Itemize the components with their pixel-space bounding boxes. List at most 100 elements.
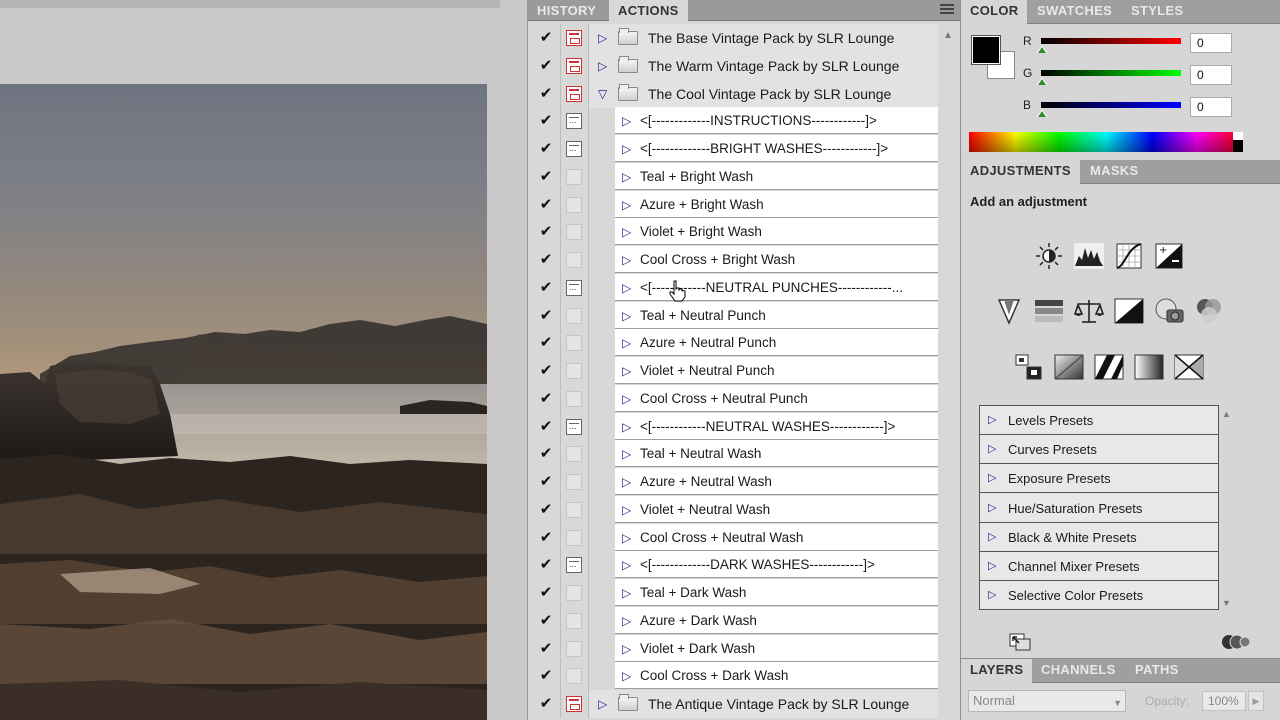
presets-scrollbar[interactable]: ▲ ▼: [1219, 405, 1235, 610]
blend-mode-dropdown[interactable]: Normal ▼: [968, 690, 1126, 712]
toggle-item-checkbox[interactable]: ✔: [538, 446, 554, 462]
collapsed-triangle-icon[interactable]: ▷: [988, 413, 996, 426]
toggle-dialog-icon[interactable]: [566, 612, 582, 629]
action-row[interactable]: ✔ ▷ <[-------------INSTRUCTIONS-----------…: [530, 107, 938, 136]
action-row[interactable]: ✔ ▷ Azure + Neutral Punch: [530, 329, 938, 358]
collapsed-triangle-icon[interactable]: ▷: [988, 530, 996, 543]
vibrance-icon[interactable]: [993, 297, 1025, 325]
foreground-color-swatch[interactable]: [971, 35, 1001, 65]
expanded-triangle-icon[interactable]: ▽: [598, 88, 607, 100]
spectrum-white-swatch[interactable]: [1233, 132, 1243, 140]
collapsed-triangle-icon[interactable]: ▷: [622, 365, 631, 377]
blue-value-field[interactable]: 0: [1190, 97, 1232, 117]
actions-scrollbar[interactable]: ▲: [938, 24, 960, 720]
toggle-item-checkbox[interactable]: ✔: [538, 113, 554, 129]
brightness-contrast-icon[interactable]: [1033, 242, 1065, 270]
toggle-item-checkbox[interactable]: ✔: [538, 557, 554, 573]
blue-slider-thumb[interactable]: [1037, 109, 1047, 117]
toggle-dialog-icon[interactable]: [566, 57, 582, 74]
toggle-dialog-icon[interactable]: [566, 529, 582, 546]
red-value-field[interactable]: 0: [1190, 33, 1232, 53]
hue-saturation-icon[interactable]: [1033, 297, 1065, 325]
preset-group-row[interactable]: ▷ Selective Color Presets: [980, 581, 1218, 611]
collapsed-triangle-icon[interactable]: ▷: [622, 226, 631, 238]
preset-group-row[interactable]: ▷ Curves Presets: [980, 435, 1218, 465]
action-row[interactable]: ✔ ▷ Teal + Dark Wash: [530, 579, 938, 607]
tab-history[interactable]: HISTORY: [528, 0, 605, 21]
collapsed-triangle-icon[interactable]: ▷: [988, 559, 996, 572]
toggle-dialog-icon[interactable]: [566, 668, 582, 685]
collapsed-triangle-icon[interactable]: ▷: [622, 448, 631, 460]
collapsed-triangle-icon[interactable]: ▷: [988, 588, 996, 601]
toggle-item-checkbox[interactable]: ✔: [538, 640, 554, 657]
curves-icon[interactable]: [1113, 242, 1145, 270]
toggle-dialog-icon[interactable]: [566, 446, 582, 463]
action-row[interactable]: ✔ ▷ Cool Cross + Neutral Punch: [530, 384, 938, 413]
exposure-icon[interactable]: +: [1153, 242, 1185, 270]
toggle-item-checkbox[interactable]: ✔: [538, 252, 554, 268]
tab-swatches[interactable]: SWATCHES: [1028, 0, 1121, 24]
action-row[interactable]: ✔ ▷ Cool Cross + Neutral Wash: [530, 523, 938, 552]
red-slider-thumb[interactable]: [1037, 45, 1047, 53]
action-row[interactable]: ✔ ▷ Azure + Dark Wash: [530, 606, 938, 635]
collapsed-triangle-icon[interactable]: ▷: [622, 476, 631, 488]
action-row[interactable]: ✔ ▷ Violet + Neutral Wash: [530, 495, 938, 524]
toggle-item-checkbox[interactable]: ✔: [538, 196, 554, 213]
toggle-item-checkbox[interactable]: ✔: [538, 335, 554, 351]
tab-layers[interactable]: LAYERS: [961, 659, 1033, 684]
toggle-item-checkbox[interactable]: ✔: [538, 141, 554, 157]
collapsed-triangle-icon[interactable]: ▷: [988, 501, 996, 514]
action-row[interactable]: ✔ ▷ <[------------NEUTRAL WASHES----------…: [530, 412, 938, 441]
action-row[interactable]: ✔▷<[------------NEUTRAL PUNCHES---------…: [530, 273, 938, 302]
collapsed-triangle-icon[interactable]: ▷: [622, 670, 631, 682]
green-slider[interactable]: [1041, 70, 1181, 76]
toggle-dialog-icon[interactable]: [566, 335, 582, 352]
collapsed-triangle-icon[interactable]: ▷: [622, 171, 631, 183]
presets-scroll-down-icon[interactable]: ▼: [1222, 598, 1231, 608]
toggle-dialog-icon[interactable]: [566, 363, 582, 379]
collapsed-triangle-icon[interactable]: ▷: [622, 421, 631, 433]
toggle-dialog-icon[interactable]: [566, 196, 582, 213]
preset-group-row[interactable]: ▷ Channel Mixer Presets: [980, 552, 1218, 581]
action-row[interactable]: ✔ ▷ <[-------------BRIGHT WASHES----------…: [530, 135, 938, 163]
tab-color[interactable]: COLOR: [961, 0, 1028, 25]
toggle-item-checkbox[interactable]: ✔: [538, 30, 554, 46]
toggle-item-checkbox[interactable]: ✔: [538, 696, 554, 712]
toggle-dialog-icon[interactable]: [566, 696, 582, 712]
photo-filter-icon[interactable]: [1153, 297, 1185, 325]
toggle-dialog-icon[interactable]: [566, 474, 582, 490]
collapsed-triangle-icon[interactable]: ▷: [622, 143, 631, 155]
collapsed-triangle-icon[interactable]: ▷: [622, 532, 631, 544]
tab-actions[interactable]: ACTIONS: [609, 0, 688, 22]
levels-icon[interactable]: [1073, 242, 1105, 270]
preset-group-row[interactable]: ▷ Black & White Presets: [980, 522, 1218, 552]
toggle-item-checkbox[interactable]: ✔: [538, 57, 554, 74]
collapsed-triangle-icon[interactable]: ▷: [622, 587, 631, 599]
action-row[interactable]: ✔ ▷ Teal + Bright Wash: [530, 162, 938, 191]
toggle-dialog-icon[interactable]: [566, 30, 582, 46]
collapsed-triangle-icon[interactable]: ▷: [598, 698, 607, 710]
toggle-item-checkbox[interactable]: ✔: [538, 224, 554, 240]
toggle-dialog-icon[interactable]: [566, 390, 582, 407]
collapsed-triangle-icon[interactable]: ▷: [622, 199, 631, 211]
action-set-row[interactable]: ✔ ▷ The Warm Vintage Pack by SLR Lounge: [530, 51, 938, 80]
action-row[interactable]: ✔ ▷ Violet + Neutral Punch: [530, 357, 938, 385]
green-slider-thumb[interactable]: [1037, 77, 1047, 85]
spectrum-black-swatch[interactable]: [1233, 140, 1243, 152]
preset-group-row[interactable]: ▷ Exposure Presets: [980, 464, 1218, 494]
collapsed-triangle-icon[interactable]: ▷: [622, 310, 631, 322]
toggle-item-checkbox[interactable]: ✔: [538, 85, 554, 102]
scroll-up-icon[interactable]: ▲: [943, 30, 953, 41]
action-set-row[interactable]: ✔ ▷ The Antique Vintage Pack by SLR Lounge: [530, 690, 938, 718]
collapsed-triangle-icon[interactable]: ▷: [598, 32, 607, 44]
opacity-field[interactable]: 100%: [1202, 691, 1246, 711]
presets-scroll-up-icon[interactable]: ▲: [1222, 409, 1231, 419]
toggle-dialog-icon[interactable]: [566, 279, 582, 296]
threshold-icon[interactable]: [1093, 353, 1125, 381]
toggle-item-checkbox[interactable]: ✔: [538, 279, 554, 296]
toggle-item-checkbox[interactable]: ✔: [538, 168, 554, 185]
toggle-dialog-icon[interactable]: [566, 141, 582, 157]
collapsed-triangle-icon[interactable]: ▷: [622, 615, 631, 627]
toggle-item-checkbox[interactable]: ✔: [538, 418, 554, 435]
collapsed-triangle-icon[interactable]: ▷: [622, 504, 631, 516]
